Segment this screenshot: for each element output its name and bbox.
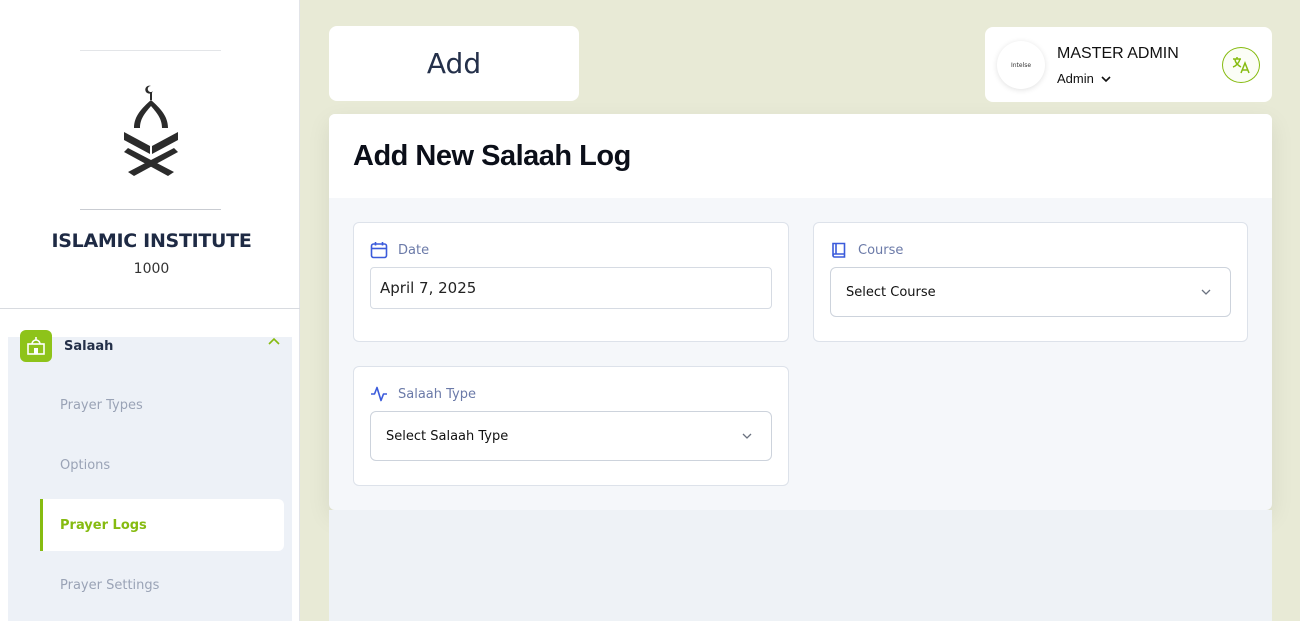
user-profile-card: Intelse MASTER ADMIN Admin xyxy=(985,27,1272,102)
add-salaah-log-form: Add New Salaah Log Date April 7, 2025 Co… xyxy=(329,114,1272,510)
activity-icon xyxy=(371,386,387,402)
language-button[interactable] xyxy=(1222,47,1260,83)
institute-name: ISLAMIC INSTITUTE xyxy=(51,230,252,252)
mosque-icon xyxy=(20,330,52,362)
salaah-type-select[interactable]: Select Salaah Type xyxy=(370,411,772,461)
calendar-icon xyxy=(370,242,388,259)
user-role-dropdown[interactable]: Admin xyxy=(1057,71,1112,86)
menu-item-prayer-logs[interactable]: Prayer Logs xyxy=(40,499,284,551)
salaah-menu-label: Salaah xyxy=(64,338,114,354)
institute-logo xyxy=(80,50,221,210)
user-role-label: Admin xyxy=(1057,71,1094,86)
translate-icon xyxy=(1232,57,1250,74)
salaah-menu-panel: Salaah Prayer Types Options Prayer Logs … xyxy=(8,330,292,621)
course-select-placeholder: Select Course xyxy=(846,284,936,300)
date-label: Date xyxy=(398,242,430,258)
avatar-text: Intelse xyxy=(1010,61,1032,69)
salaah-type-label: Salaah Type xyxy=(398,386,476,402)
book-icon xyxy=(832,242,846,258)
salaah-type-select-placeholder: Select Salaah Type xyxy=(386,428,509,444)
avatar[interactable]: Intelse xyxy=(997,41,1045,89)
date-input[interactable]: April 7, 2025 xyxy=(370,267,772,309)
date-field-group: Date April 7, 2025 xyxy=(353,222,789,342)
form-header: Add New Salaah Log xyxy=(329,114,1272,198)
course-field-group: Course Select Course xyxy=(813,222,1248,342)
chevron-up-icon xyxy=(268,337,280,345)
institute-code: 1000 xyxy=(133,261,170,277)
menu-item-prayer-types[interactable]: Prayer Types xyxy=(40,379,284,431)
content-area-below-form xyxy=(329,510,1272,621)
date-label-row: Date xyxy=(370,241,429,259)
course-label: Course xyxy=(858,242,904,258)
course-select[interactable]: Select Course xyxy=(830,267,1231,317)
page-title: Add xyxy=(329,26,579,101)
sidebar: ISLAMIC INSTITUTE 1000 Salaah Prayer Typ… xyxy=(0,0,300,621)
mosque-quran-logo-icon xyxy=(123,85,178,176)
chevron-down-icon xyxy=(1201,289,1211,295)
salaah-menu-toggle[interactable]: Salaah xyxy=(20,329,280,363)
salaah-type-field-group: Salaah Type Select Salaah Type xyxy=(353,366,789,486)
chevron-down-icon xyxy=(742,433,752,439)
menu-item-options[interactable]: Options xyxy=(40,439,284,491)
sidebar-divider xyxy=(0,308,300,309)
form-title: Add New Salaah Log xyxy=(353,139,631,172)
course-label-row: Course xyxy=(830,241,903,259)
user-name: MASTER ADMIN xyxy=(1057,45,1179,62)
menu-item-prayer-settings[interactable]: Prayer Settings xyxy=(40,559,284,611)
chevron-down-icon xyxy=(1101,75,1111,82)
salaah-type-label-row: Salaah Type xyxy=(370,385,476,403)
